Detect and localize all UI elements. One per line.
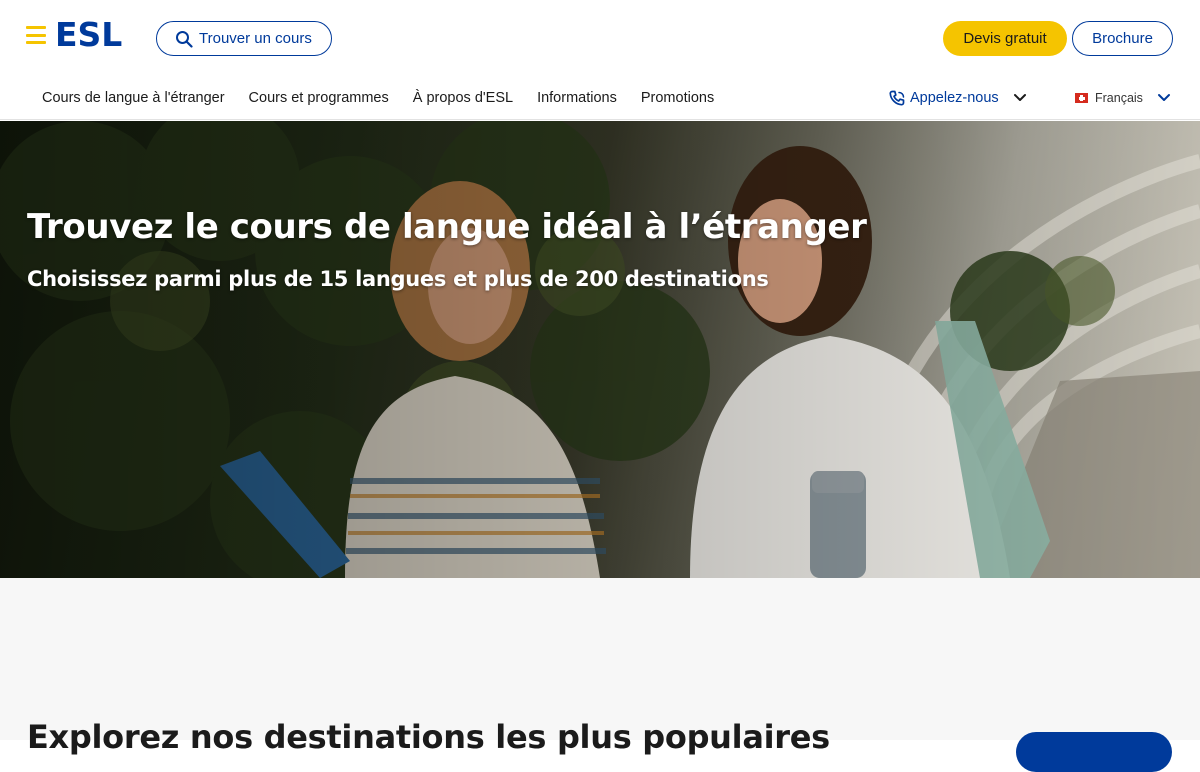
find-course-button[interactable]: Trouver un cours [156, 21, 332, 56]
chevron-down-icon [1013, 94, 1026, 101]
hero-banner: Trouvez le cours de langue idéal à l’étr… [0, 121, 1200, 578]
swiss-flag-icon [1075, 93, 1088, 103]
logo-text: ESL [55, 15, 123, 54]
hero-subtitle: Choisissez parmi plus de 15 langues et p… [27, 267, 769, 291]
search-icon [176, 30, 193, 48]
call-us-dropdown[interactable]: Appelez-nous [889, 76, 1027, 120]
phone-icon [889, 90, 905, 106]
section-title: Explorez nos destinations les plus popul… [27, 718, 830, 756]
logo-link[interactable]: ESL [26, 17, 122, 53]
site-header: ESL Trouver un cours Devis gratuit Broch… [0, 0, 1200, 76]
nav-item-information[interactable]: Informations [537, 90, 617, 106]
hero-title: Trouvez le cours de langue idéal à l’étr… [27, 207, 867, 247]
find-course-label: Trouver un cours [199, 30, 312, 47]
nav-item-courses-programs[interactable]: Cours et programmes [249, 90, 389, 106]
main-nav: Cours de langue à l'étranger Cours et pr… [0, 76, 1200, 120]
nav-item-language-courses-abroad[interactable]: Cours de langue à l'étranger [42, 90, 225, 106]
chevron-down-icon [1157, 94, 1170, 101]
nav-item-about-esl[interactable]: À propos d'ESL [413, 90, 513, 106]
nav-links: Cours de langue à l'étranger Cours et pr… [42, 76, 738, 120]
hero-overlay [0, 121, 1200, 578]
language-selector[interactable]: Français [1075, 76, 1171, 120]
language-label: Français [1095, 91, 1143, 105]
section-action-button[interactable] [1016, 732, 1172, 772]
menu-icon[interactable] [26, 26, 46, 44]
free-quote-button[interactable]: Devis gratuit [943, 21, 1067, 56]
nav-item-promotions[interactable]: Promotions [641, 90, 714, 106]
popular-destinations-section: Explorez nos destinations les plus popul… [0, 578, 1200, 772]
call-us-label: Appelez-nous [910, 90, 999, 106]
brochure-button[interactable]: Brochure [1072, 21, 1173, 56]
